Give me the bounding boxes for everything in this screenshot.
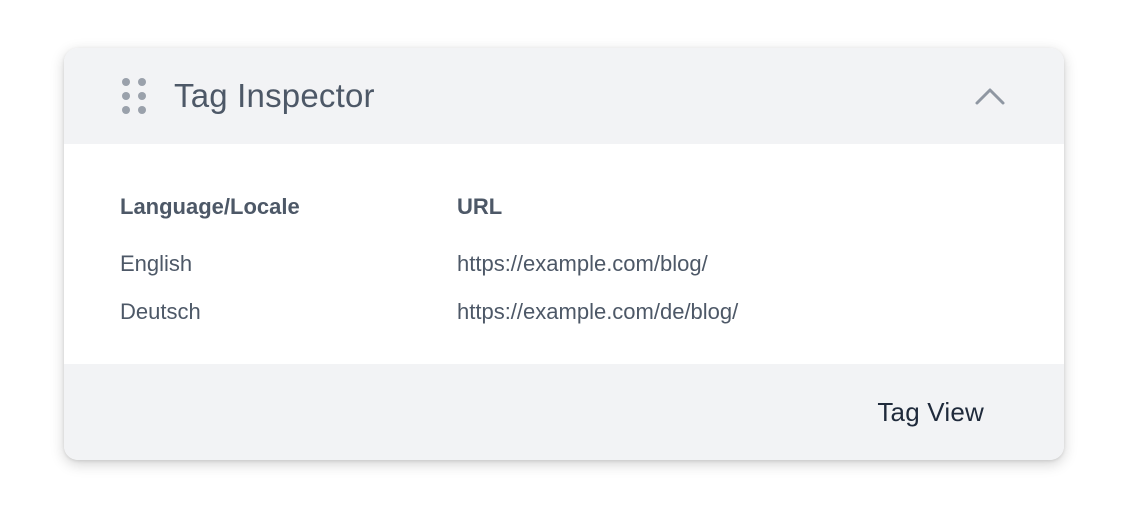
table-cell-language: English — [120, 251, 193, 276]
card-title: Tag Inspector — [174, 77, 375, 114]
card-header: Tag Inspector — [64, 48, 1064, 144]
chevron-up-icon — [975, 88, 1005, 105]
column-header-language: Language/Locale — [120, 194, 300, 219]
tag-inspector-card: Tag Inspector Language/Locale URL Englis… — [64, 48, 1064, 460]
card-footer: Tag View — [64, 364, 1064, 460]
table-cell-language: Deutsch — [120, 299, 201, 324]
locale-table: Language/Locale URL English https://exam… — [120, 192, 1064, 345]
collapse-button[interactable] — [970, 76, 1010, 116]
table-cell-url: https://example.com/blog/ — [457, 251, 708, 276]
card-body: Language/Locale URL English https://exam… — [64, 144, 1064, 364]
table-cell-url: https://example.com/de/blog/ — [457, 299, 739, 324]
tag-view-button[interactable]: Tag View — [877, 397, 984, 428]
drag-handle-icon[interactable] — [122, 78, 146, 114]
column-header-url: URL — [457, 194, 503, 219]
